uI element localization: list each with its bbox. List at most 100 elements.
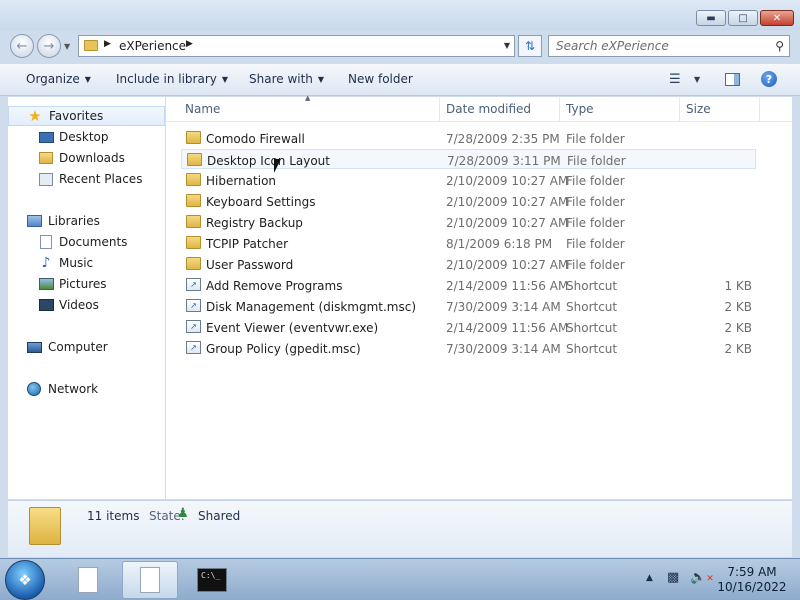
sort-up-icon: ▲ bbox=[305, 94, 311, 102]
nav-item-pictures[interactable]: Pictures bbox=[8, 274, 165, 294]
folder-icon bbox=[186, 257, 201, 270]
forward-button[interactable]: → bbox=[37, 34, 61, 58]
taskbar-button-cmd[interactable]: C:\_ bbox=[184, 561, 240, 599]
include-in-library-label: Include in library bbox=[116, 72, 217, 86]
nav-item-label: Desktop bbox=[59, 130, 109, 144]
nav-item-computer[interactable]: Computer bbox=[8, 337, 165, 357]
search-box[interactable]: ⚲ bbox=[548, 35, 790, 57]
file-row[interactable]: Comodo Firewall 7/28/2009 2:35 PM File f… bbox=[181, 128, 756, 148]
maximize-button[interactable]: □ bbox=[728, 10, 758, 26]
file-date: 8/1/2009 6:18 PM bbox=[446, 237, 553, 251]
file-row[interactable]: Keyboard Settings 2/10/2009 10:27 AM Fil… bbox=[181, 191, 756, 211]
videos-icon bbox=[38, 298, 54, 312]
nav-item-downloads[interactable]: Downloads bbox=[8, 148, 165, 168]
file-date: 7/30/2009 3:14 AM bbox=[446, 342, 561, 356]
recent-pages-dropdown[interactable]: ▼ bbox=[64, 42, 70, 51]
include-in-library-menu[interactable]: Include in library ▼ bbox=[116, 72, 228, 86]
taskbar: ❖ C:\_ ▲ ▩ 🔈✕ 7:59 AM 10/16/2022 bbox=[0, 558, 800, 600]
column-header-type[interactable]: Type bbox=[566, 102, 594, 116]
nav-item-libraries[interactable]: Libraries bbox=[8, 211, 165, 231]
preview-pane-icon[interactable] bbox=[725, 73, 740, 86]
column-header-name[interactable]: Name bbox=[185, 102, 220, 116]
file-type: File folder bbox=[566, 216, 625, 230]
file-row[interactable]: User Password 2/10/2009 10:27 AM File fo… bbox=[181, 254, 756, 274]
nav-item-favorites[interactable]: ★ Favorites bbox=[8, 106, 165, 126]
close-button[interactable]: ✕ bbox=[760, 10, 794, 26]
file-type: Shortcut bbox=[566, 342, 618, 356]
file-list: ▲ Name Date modified Type Size Comodo Fi… bbox=[166, 94, 792, 499]
nav-item-music[interactable]: ♪ Music bbox=[8, 253, 165, 273]
address-bar[interactable]: ▶ eXPerience ▶ ▼ bbox=[78, 35, 515, 57]
breadcrumb-separator-icon[interactable]: ▶ bbox=[104, 39, 111, 49]
nav-item-network[interactable]: Network bbox=[8, 379, 165, 399]
file-row[interactable]: Hibernation 2/10/2009 10:27 AM File fold… bbox=[181, 170, 756, 190]
shortcut-icon: ↗ bbox=[186, 341, 201, 354]
nav-item-desktop[interactable]: Desktop bbox=[8, 127, 165, 147]
file-name: Keyboard Settings bbox=[206, 195, 316, 209]
show-hidden-icons-icon[interactable]: ▲ bbox=[646, 573, 653, 583]
file-name: Comodo Firewall bbox=[206, 132, 305, 146]
new-folder-button[interactable]: New folder bbox=[348, 72, 413, 86]
file-date: 7/30/2009 3:14 AM bbox=[446, 300, 561, 314]
file-type: Shortcut bbox=[566, 321, 618, 335]
folder-icon bbox=[186, 131, 201, 144]
breadcrumb-separator-icon[interactable]: ▶ bbox=[186, 39, 193, 49]
file-type: File folder bbox=[566, 132, 625, 146]
file-row[interactable]: ↗ Add Remove Programs 2/14/2009 11:56 AM… bbox=[181, 275, 756, 295]
nav-item-recent-places[interactable]: Recent Places bbox=[8, 169, 165, 189]
navigation-pane: ★ Favorites Desktop Downloads Recent Pla… bbox=[8, 97, 166, 499]
file-date: 2/10/2009 10:27 AM bbox=[446, 174, 569, 188]
folder-icon bbox=[84, 40, 98, 51]
folder-icon bbox=[186, 194, 201, 207]
file-type: File folder bbox=[566, 195, 625, 209]
file-name: Registry Backup bbox=[206, 216, 303, 230]
title-bar[interactable]: ▬ □ ✕ bbox=[0, 0, 800, 30]
nav-item-videos[interactable]: Videos bbox=[8, 295, 165, 315]
column-header-size[interactable]: Size bbox=[686, 102, 711, 116]
recent-places-icon bbox=[38, 172, 54, 186]
chevron-down-icon[interactable]: ▼ bbox=[694, 75, 700, 84]
start-button[interactable]: ❖ bbox=[5, 560, 45, 600]
chevron-down-icon[interactable]: ▼ bbox=[504, 41, 510, 50]
file-type: File folder bbox=[566, 237, 625, 251]
file-row[interactable]: ↗ Group Policy (gpedit.msc) 7/30/2009 3:… bbox=[181, 338, 756, 358]
help-icon[interactable]: ? bbox=[761, 71, 777, 87]
documents-icon bbox=[38, 235, 54, 249]
refresh-button[interactable]: ⇅ bbox=[518, 35, 542, 57]
search-input[interactable] bbox=[556, 38, 761, 54]
file-row[interactable]: ↗ Event Viewer (eventvwr.exe) 2/14/2009 … bbox=[181, 317, 756, 337]
taskbar-button-document[interactable] bbox=[60, 561, 116, 599]
refresh-icon: ⇅ bbox=[524, 39, 536, 53]
share-with-menu[interactable]: Share with ▼ bbox=[249, 72, 324, 86]
column-divider[interactable] bbox=[759, 97, 760, 121]
minimize-button[interactable]: ▬ bbox=[696, 10, 726, 26]
file-row[interactable]: TCPIP Patcher 8/1/2009 6:18 PM File fold… bbox=[181, 233, 756, 253]
taskbar-button-explorer[interactable] bbox=[122, 561, 178, 599]
column-divider[interactable] bbox=[559, 97, 560, 121]
search-icon[interactable]: ⚲ bbox=[775, 39, 784, 53]
nav-item-documents[interactable]: Documents bbox=[8, 232, 165, 252]
volume-muted-icon[interactable]: 🔈✕ bbox=[690, 570, 714, 585]
column-divider[interactable] bbox=[439, 97, 440, 121]
network-status-icon[interactable]: ▩ bbox=[667, 570, 679, 585]
breadcrumb-current[interactable]: eXPerience bbox=[119, 39, 186, 53]
file-row[interactable]: Desktop Icon Layout 7/28/2009 3:11 PM Fi… bbox=[181, 149, 756, 169]
file-type: File folder bbox=[566, 258, 625, 272]
back-button[interactable]: ← bbox=[10, 34, 34, 58]
file-date: 2/14/2009 11:56 AM bbox=[446, 321, 569, 335]
file-row[interactable]: Registry Backup 2/10/2009 10:27 AM File … bbox=[181, 212, 756, 232]
nav-item-label: Pictures bbox=[59, 277, 107, 291]
column-header-date-modified[interactable]: Date modified bbox=[446, 102, 531, 116]
nav-item-label: Computer bbox=[48, 340, 108, 354]
column-divider[interactable] bbox=[679, 97, 680, 121]
change-view-icon[interactable]: ☰ bbox=[669, 72, 681, 87]
file-name: Disk Management (diskmgmt.msc) bbox=[206, 300, 417, 314]
file-date: 2/10/2009 10:27 AM bbox=[446, 258, 569, 272]
nav-item-label: Music bbox=[59, 256, 94, 270]
file-date: 7/28/2009 2:35 PM bbox=[446, 132, 560, 146]
file-row[interactable]: ↗ Disk Management (diskmgmt.msc) 7/30/20… bbox=[181, 296, 756, 316]
organize-menu[interactable]: Organize ▼ bbox=[26, 72, 91, 86]
share-with-label: Share with bbox=[249, 72, 313, 86]
mouse-cursor-icon bbox=[274, 159, 281, 173]
clock[interactable]: 7:59 AM 10/16/2022 bbox=[712, 565, 792, 595]
